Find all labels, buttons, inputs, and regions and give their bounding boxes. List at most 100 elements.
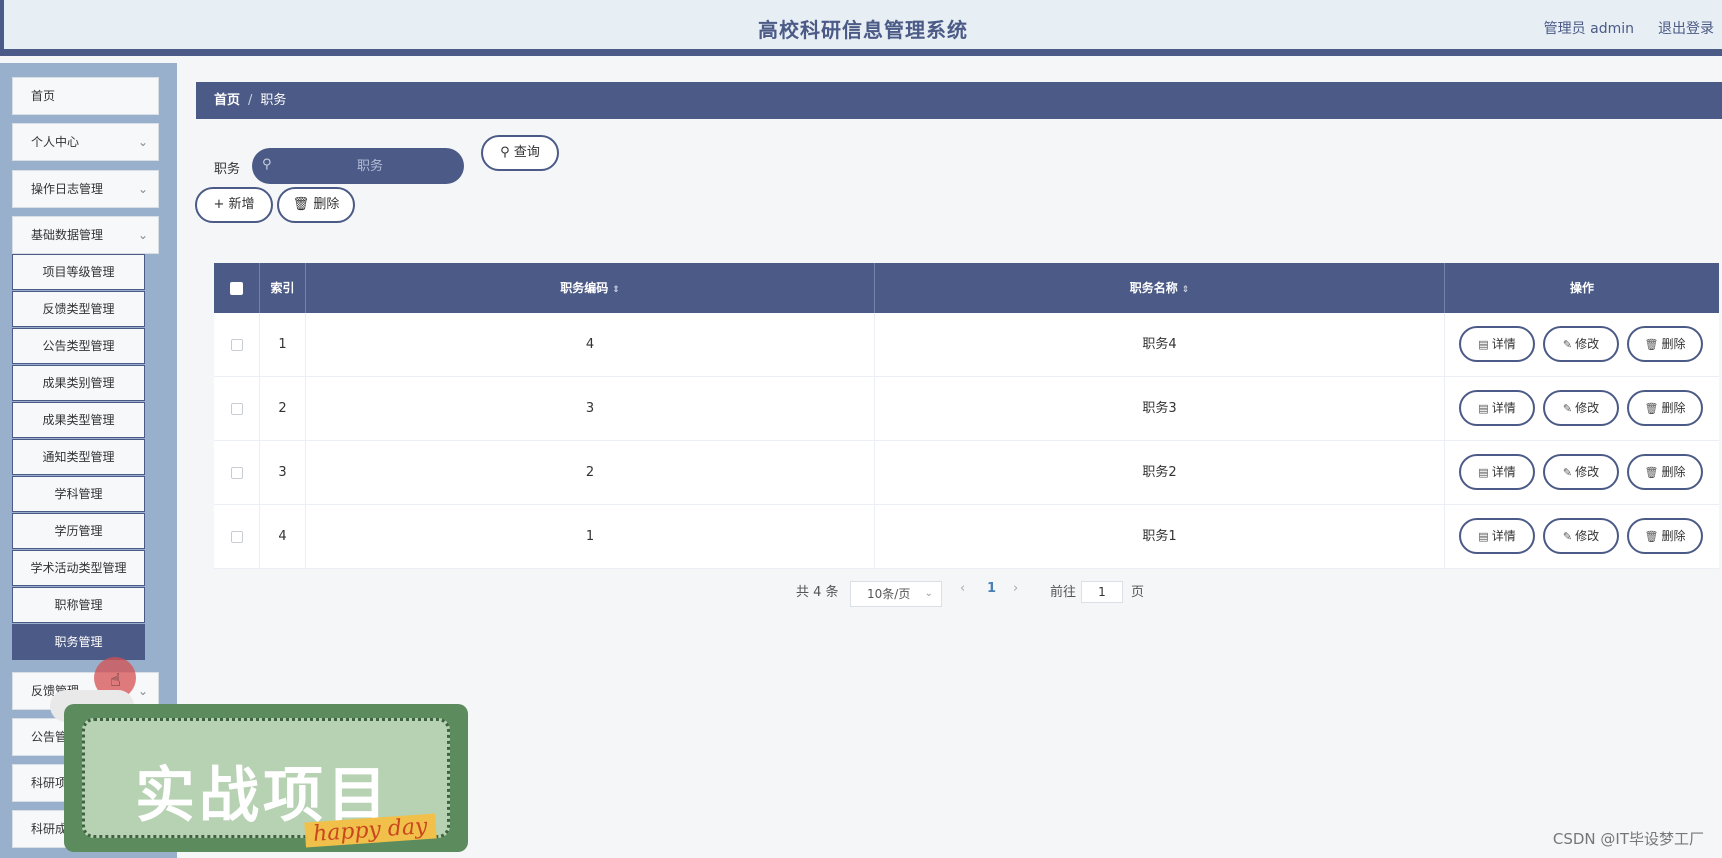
submenu-item[interactable]: 成果类型管理 [12,402,145,438]
detail-button[interactable]: ▤ 详情 [1459,518,1535,554]
detail-button[interactable]: ▤ 详情 [1459,454,1535,490]
delete-label: 删除 [1661,401,1686,415]
sidebar-item-label: 个人中心 [31,135,80,149]
document-icon: ▤ [1478,466,1489,479]
row-checkbox[interactable] [230,530,243,543]
submenu-item[interactable]: 通知类型管理 [12,439,145,475]
add-button[interactable]: + 新增 [195,187,273,223]
trash-icon: 🗑 [292,197,310,212]
page-size-value: 10条/页 [867,587,911,601]
sidebar-item-home[interactable]: 首页 [12,77,159,115]
column-header-code[interactable]: 职务编码 ⇕ [306,263,875,313]
table-header: 索引 职务编码 ⇕ 职务名称 ⇕ 操作 [214,263,1719,313]
breadcrumb-home[interactable]: 首页 [214,93,240,108]
submenu-item[interactable]: 公告类型管理 [12,328,145,364]
name-cell: 职务3 [875,377,1445,441]
delete-button[interactable]: 🗑 删除 [1627,454,1703,490]
document-icon: ▤ [1478,338,1489,351]
search-label: 职务 [214,162,241,177]
row-select-cell [214,441,260,505]
breadcrumb-current: 职务 [260,93,287,108]
submenu-item[interactable]: 成果类别管理 [12,365,145,401]
detail-button[interactable]: ▤ 详情 [1459,390,1535,426]
edit-label: 修改 [1575,401,1600,415]
detail-label: 详情 [1491,529,1516,543]
next-page-icon[interactable]: › [1013,581,1018,596]
app-title: 高校科研信息管理系统 [758,18,968,42]
chevron-down-icon: ⌄ [924,588,933,599]
name-cell: 职务1 [875,505,1445,569]
row-checkbox[interactable] [230,466,243,479]
select-all-checkbox[interactable] [230,282,243,295]
top-header: 高校科研信息管理系统 管理员 admin 退出登录 [0,0,1722,56]
prev-page-icon[interactable]: ‹ [960,581,965,596]
index-cell: 4 [260,505,306,569]
index-cell: 1 [260,313,306,377]
table-row: 1 4 职务4 ▤ 详情 ✎ 修改 🗑 删除 [214,313,1719,377]
sort-icon[interactable]: ⇕ [1182,285,1190,295]
document-icon: ▤ [1478,530,1489,543]
delete-label: 删除 [1661,465,1686,479]
breadcrumb: 首页 / 职务 [196,82,1722,119]
pencil-icon: ✎ [1562,338,1573,351]
goto-label: 前往 [1050,585,1077,600]
hand-cursor-icon: ☝ [110,670,121,691]
chevron-down-icon: ⌄ [137,228,148,242]
detail-button[interactable]: ▤ 详情 [1459,326,1535,362]
row-select-cell [214,505,260,569]
trash-icon: 🗑 [1644,530,1659,543]
submenu-item[interactable]: 职称管理 [12,587,145,623]
delete-button[interactable]: 🗑 删除 [1627,390,1703,426]
column-header-label: 职务编码 [560,281,609,295]
actions-cell: ▤ 详情 ✎ 修改 🗑 删除 [1445,505,1719,569]
submenu-item-active[interactable]: 职务管理 [12,624,145,660]
detail-label: 详情 [1491,465,1516,479]
code-cell: 2 [306,441,875,505]
index-cell: 3 [260,441,306,505]
chevron-down-icon: ⌄ [137,135,148,149]
watermark: CSDN @IT毕设梦工厂 [1552,830,1704,848]
column-header-label: 职务名称 [1129,281,1178,295]
edit-button[interactable]: ✎ 修改 [1543,518,1619,554]
table-row: 2 3 职务3 ▤ 详情 ✎ 修改 🗑 删除 [214,377,1719,441]
query-button-label: 查询 [513,145,540,160]
edit-button[interactable]: ✎ 修改 [1543,326,1619,362]
sidebar-item-profile[interactable]: 个人中心 ⌄ [12,123,159,161]
page-size-select[interactable]: 10条/页 ⌄ [850,581,942,607]
logout-link[interactable]: 退出登录 [1658,18,1714,38]
row-checkbox[interactable] [230,338,243,351]
current-user: 管理员 admin [1543,21,1634,37]
edit-label: 修改 [1575,337,1600,351]
submenu-item[interactable]: 反馈类型管理 [12,291,145,327]
row-checkbox[interactable] [230,402,243,415]
sort-icon[interactable]: ⇕ [612,285,620,295]
delete-button-label: 删除 [313,197,340,212]
pencil-icon: ✎ [1562,466,1573,479]
page-number-current[interactable]: 1 [987,581,996,596]
delete-button[interactable]: 🗑 删除 [1627,326,1703,362]
edit-button[interactable]: ✎ 修改 [1543,390,1619,426]
chevron-down-icon: ⌄ [137,182,148,196]
edit-label: 修改 [1575,529,1600,543]
submenu-item[interactable]: 学历管理 [12,513,145,549]
name-cell: 职务2 [875,441,1445,505]
sidebar-item-basedata[interactable]: 基础数据管理 ⌄ [12,216,159,254]
submenu-item[interactable]: 学术活动类型管理 [12,550,145,586]
name-cell: 职务4 [875,313,1445,377]
goto-page-input[interactable]: 1 [1081,581,1123,603]
sidebar-item-label: 操作日志管理 [31,182,104,196]
select-all-cell [214,263,260,313]
search-input[interactable] [280,148,460,184]
pencil-icon: ✎ [1562,530,1573,543]
edit-button[interactable]: ✎ 修改 [1543,454,1619,490]
submenu-item[interactable]: 学科管理 [12,476,145,512]
query-button[interactable]: ⚲ 查询 [481,135,559,171]
batch-delete-button[interactable]: 🗑 删除 [277,187,355,223]
column-header-name[interactable]: 职务名称 ⇕ [875,263,1445,313]
sidebar-item-oplog[interactable]: 操作日志管理 ⌄ [12,170,159,208]
submenu-item[interactable]: 项目等级管理 [12,254,145,290]
actions-cell: ▤ 详情 ✎ 修改 🗑 删除 [1445,377,1719,441]
document-icon: ▤ [1478,402,1489,415]
delete-button[interactable]: 🗑 删除 [1627,518,1703,554]
trash-icon: 🗑 [1644,338,1659,351]
